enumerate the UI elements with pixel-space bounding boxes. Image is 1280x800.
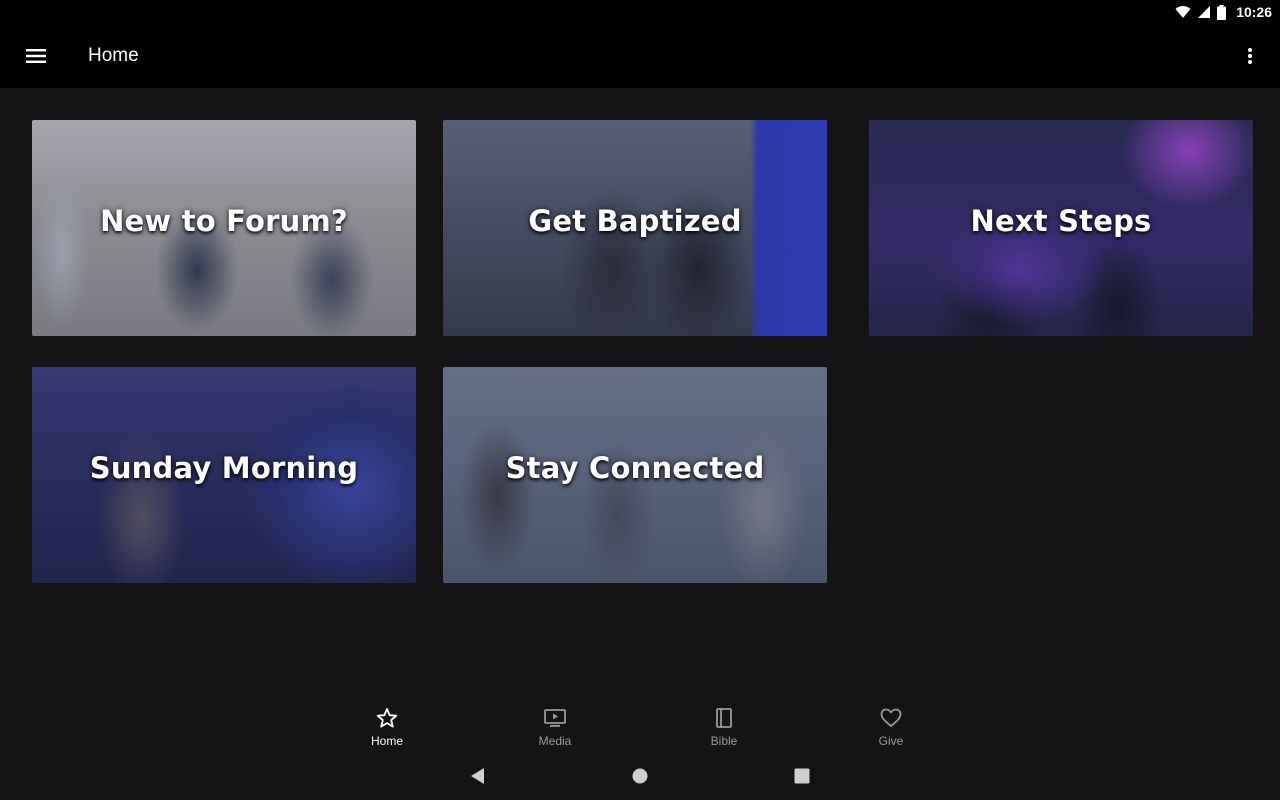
nav-home[interactable]: Home [327,696,447,752]
card-get-baptized[interactable]: Get Baptized [443,120,827,336]
system-navigation-bar [0,752,1280,800]
card-title: Stay Connected [505,451,765,485]
recents-icon [794,768,810,784]
nav-label: Give [878,734,904,748]
card-title: Sunday Morning [89,451,359,485]
heart-icon [880,708,902,727]
system-back-button[interactable] [466,764,490,788]
nav-bible[interactable]: Bible [664,696,784,752]
system-recents-button[interactable] [790,764,814,788]
app-bar: Home [0,24,1280,88]
book-icon [716,708,732,728]
system-home-button[interactable] [628,764,652,788]
nav-media[interactable]: Media [495,696,615,752]
card-title: New to Forum? [100,204,348,238]
back-icon [471,768,484,784]
menu-button[interactable] [20,44,52,68]
star-icon [376,708,398,728]
signal-icon [1198,6,1211,18]
battery-icon [1217,4,1227,20]
status-bar: 10:26 [0,0,1280,24]
card-next-steps[interactable]: Next Steps [869,120,1253,336]
hamburger-menu-icon [26,49,46,63]
card-stay-connected[interactable]: Stay Connected [443,367,827,583]
nav-label: Home [370,734,403,748]
card-sunday-morning[interactable]: Sunday Morning [32,367,416,583]
bottom-navigation: Home Media Bible Give [0,696,1280,752]
card-new-to-forum[interactable]: New to Forum? [32,120,416,336]
card-title: Next Steps [970,204,1152,238]
play-screen-icon [544,709,566,727]
wifi-icon [1175,6,1191,19]
clock-time: 10:26 [1236,4,1272,20]
nav-label: Bible [710,734,738,748]
page-title: Home [88,45,139,66]
card-title: Get Baptized [528,204,742,238]
more-vert-icon [1248,48,1252,64]
nav-label: Media [538,734,572,748]
home-circle-icon [632,768,648,784]
nav-give[interactable]: Give [831,696,951,752]
overflow-menu-button[interactable] [1238,44,1262,68]
